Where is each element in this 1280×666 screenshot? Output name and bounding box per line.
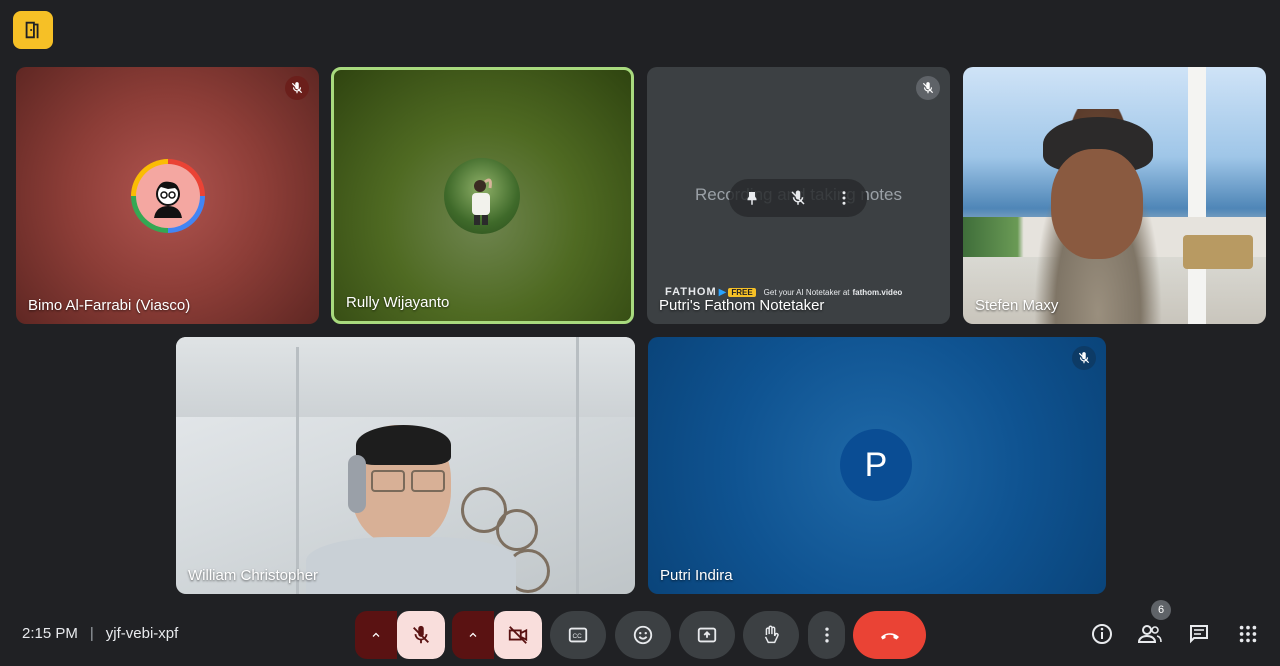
participant-name: Putri's Fathom Notetaker bbox=[659, 297, 825, 314]
reactions-button[interactable] bbox=[615, 611, 671, 659]
clock-time: 2:15 PM bbox=[22, 625, 78, 642]
avatar-initial: P bbox=[864, 445, 888, 484]
participant-tile-putri[interactable]: P Putri Indira bbox=[648, 337, 1106, 594]
tile-hover-controls bbox=[729, 179, 867, 217]
activities-grid-icon[interactable] bbox=[1234, 620, 1262, 648]
participant-tile-william[interactable]: William Christopher bbox=[176, 337, 635, 594]
captions-button[interactable]: CC bbox=[550, 611, 606, 659]
svg-text:CC: CC bbox=[573, 633, 583, 640]
video-options-button[interactable] bbox=[452, 611, 494, 659]
pin-icon[interactable] bbox=[743, 189, 761, 207]
camera-toggle-button[interactable] bbox=[494, 611, 542, 659]
mute-participant-icon[interactable] bbox=[789, 189, 807, 207]
banner-link: fathom.video bbox=[852, 287, 903, 297]
meeting-logo-icon[interactable] bbox=[13, 11, 53, 49]
muted-mic-icon bbox=[916, 76, 940, 100]
control-bar: 2:15 PM | yjf-vebi-xpf CC 6 bbox=[0, 600, 1280, 666]
present-screen-button[interactable] bbox=[679, 611, 735, 659]
participant-tile-rully[interactable]: Rully Wijayanto bbox=[331, 67, 634, 324]
avatar: P bbox=[840, 429, 912, 501]
video-feed bbox=[176, 337, 635, 594]
participant-name: Bimo Al-Farrabi (Viasco) bbox=[28, 297, 191, 314]
separator: | bbox=[89, 625, 94, 642]
meeting-info: 2:15 PM | yjf-vebi-xpf bbox=[22, 625, 178, 642]
people-count-badge: 6 bbox=[1151, 600, 1171, 620]
more-options-button[interactable] bbox=[808, 611, 845, 659]
avatar bbox=[131, 159, 205, 233]
participant-tile-bimo[interactable]: Bimo Al-Farrabi (Viasco) bbox=[16, 67, 319, 324]
raise-hand-button[interactable] bbox=[743, 611, 799, 659]
participant-name: Stefen Maxy bbox=[975, 297, 1059, 314]
meeting-code: yjf-vebi-xpf bbox=[105, 625, 179, 642]
audio-options-button[interactable] bbox=[355, 611, 397, 659]
leave-call-button[interactable] bbox=[853, 611, 926, 659]
more-options-icon[interactable] bbox=[835, 189, 853, 207]
mic-toggle-button[interactable] bbox=[397, 611, 445, 659]
camera-control-group bbox=[452, 611, 542, 659]
participant-name: Putri Indira bbox=[660, 567, 733, 584]
participant-name: William Christopher bbox=[188, 567, 319, 584]
play-icon: ▶ bbox=[718, 286, 727, 298]
mic-control-group bbox=[355, 611, 445, 659]
video-feed bbox=[963, 67, 1266, 324]
free-badge: FREE bbox=[728, 287, 756, 297]
avatar bbox=[444, 158, 520, 234]
participant-tile-stefen[interactable]: Stefen Maxy bbox=[963, 67, 1266, 324]
meeting-details-button[interactable] bbox=[1088, 620, 1116, 648]
people-button[interactable] bbox=[1136, 620, 1164, 648]
chat-button[interactable] bbox=[1185, 620, 1213, 648]
muted-mic-icon bbox=[1072, 346, 1096, 370]
participant-name: Rully Wijayanto bbox=[346, 294, 450, 311]
banner-text: Get your AI Notetaker at bbox=[763, 287, 850, 297]
muted-mic-icon bbox=[285, 76, 309, 100]
participant-tile-fathom[interactable]: Recording and taking notes FATHOM ▶ FREE… bbox=[647, 67, 950, 324]
